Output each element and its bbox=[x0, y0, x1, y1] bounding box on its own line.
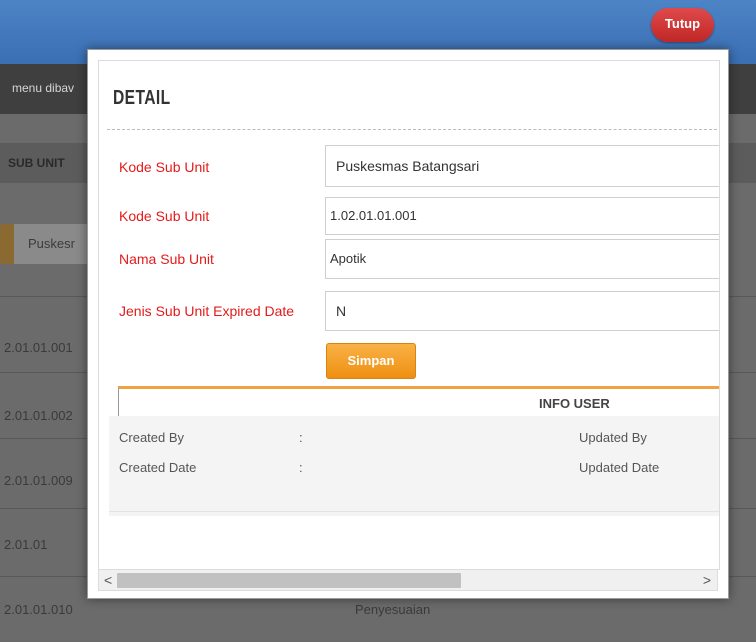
background-search-box: Puskesr bbox=[0, 224, 90, 264]
info-user-panel: INFO USER bbox=[118, 386, 719, 419]
scroll-left-icon[interactable]: < bbox=[104, 572, 112, 588]
field-label-kode-sub-unit-2: Kode Sub Unit bbox=[119, 208, 210, 224]
background-search-accent bbox=[0, 224, 14, 264]
title-divider bbox=[107, 129, 719, 130]
info-user-title: INFO USER bbox=[539, 396, 610, 411]
info-divider bbox=[109, 511, 719, 512]
menu-hint-text: menu dibav bbox=[12, 81, 75, 95]
info-user-body: Created By : Updated By Created Date : U… bbox=[109, 416, 719, 516]
background-row-code: 2.01.01.002 bbox=[4, 408, 73, 423]
scrollbar-thumb[interactable] bbox=[117, 573, 461, 588]
updated-by-label: Updated By bbox=[579, 430, 647, 445]
close-button[interactable]: Tutup bbox=[651, 8, 714, 42]
field-label-jenis-sub-unit-expired-date: Jenis Sub Unit Expired Date bbox=[119, 303, 295, 319]
background-row-code: 2.01.01.010 bbox=[4, 602, 73, 617]
created-date-label: Created Date bbox=[119, 460, 197, 475]
scroll-right-icon[interactable]: > bbox=[703, 572, 711, 588]
field-label-kode-sub-unit: Kode Sub Unit bbox=[119, 159, 210, 175]
field-label-nama-sub-unit: Nama Sub Unit bbox=[119, 251, 214, 267]
detail-modal: DETAIL Kode Sub Unit Puskesmas Batangsar… bbox=[87, 49, 729, 599]
created-by-separator: : bbox=[299, 430, 303, 445]
background-row-code: 2.01.01.009 bbox=[4, 473, 73, 488]
detail-modal-content: DETAIL Kode Sub Unit Puskesmas Batangsar… bbox=[98, 60, 720, 570]
background-row-code: 2.01.01 bbox=[4, 537, 48, 552]
save-button[interactable]: Simpan bbox=[326, 343, 416, 379]
modal-title: DETAIL bbox=[113, 87, 171, 109]
created-by-label: Created By bbox=[119, 430, 185, 445]
background-row-desc: Penyesuaian bbox=[355, 602, 431, 617]
updated-date-label: Updated Date bbox=[579, 460, 660, 475]
nama-sub-unit-input[interactable]: Apotik bbox=[325, 239, 719, 279]
background-row-code: 2.01.01.001 bbox=[4, 340, 73, 355]
created-date-separator: : bbox=[299, 460, 303, 475]
kode-sub-unit-select[interactable]: Puskesmas Batangsari bbox=[325, 145, 719, 187]
horizontal-scrollbar[interactable]: < > bbox=[98, 569, 718, 591]
background-table-header-label: SUB UNIT bbox=[8, 156, 65, 170]
jenis-sub-unit-expired-date-select[interactable]: N bbox=[325, 291, 719, 331]
kode-sub-unit-input[interactable]: 1.02.01.01.001 bbox=[325, 197, 719, 235]
background-search-value: Puskesr bbox=[28, 236, 75, 251]
